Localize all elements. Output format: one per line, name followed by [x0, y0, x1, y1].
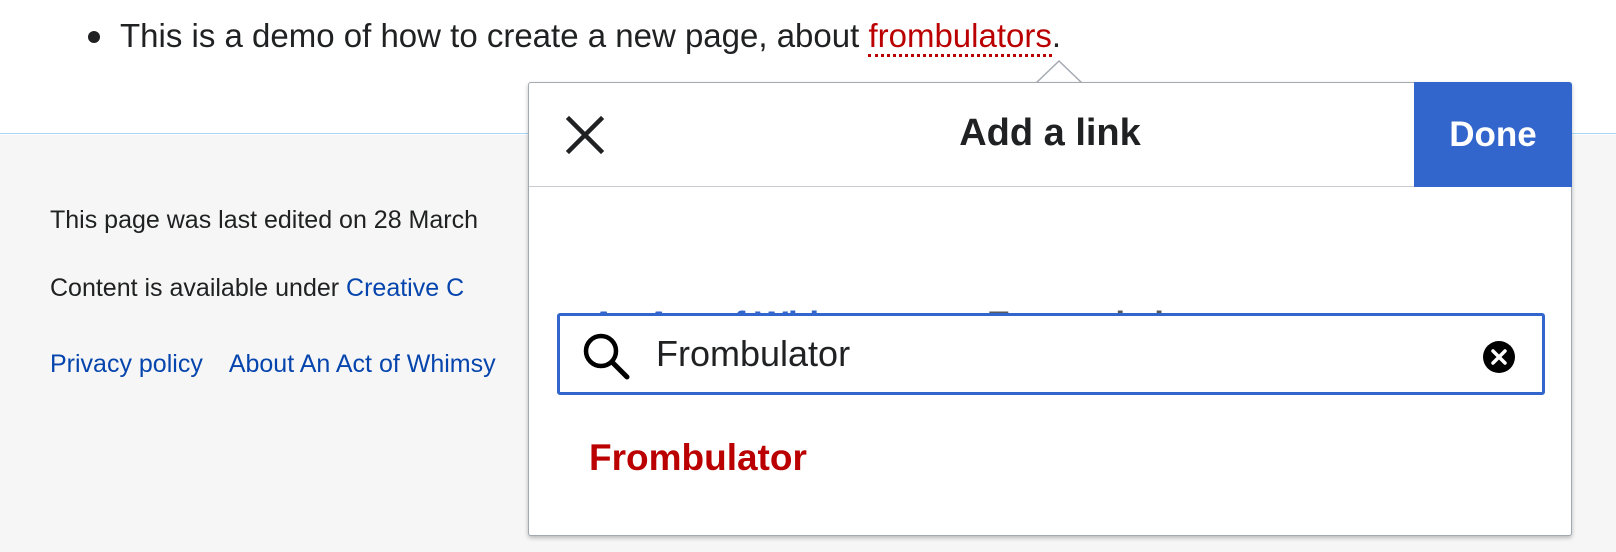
- popup-pointer-fill: [1036, 62, 1082, 84]
- license-link[interactable]: Creative C: [346, 274, 464, 302]
- search-result-item[interactable]: Frombulator: [589, 435, 807, 481]
- license-prefix: Content is available under: [50, 274, 347, 302]
- list-item: This is a demo of how to create a new pa…: [120, 14, 1061, 58]
- article-text: This is a demo of how to create a new pa…: [120, 17, 869, 54]
- search-icon: [583, 333, 630, 380]
- last-edited-text: This page was last edited on 28 March: [50, 206, 479, 234]
- frombulators-redlink[interactable]: frombulators: [868, 17, 1052, 57]
- link-search-input[interactable]: [656, 326, 1436, 382]
- list-bullet: [88, 31, 100, 43]
- privacy-policy-link[interactable]: Privacy policy: [50, 350, 203, 378]
- footer-nav: Privacy policy About An Act of Whimsy: [50, 347, 522, 381]
- article-suffix: .: [1051, 17, 1062, 54]
- dialog-header: Add a link Done: [529, 82, 1572, 187]
- clear-icon[interactable]: [1482, 340, 1516, 374]
- about-link[interactable]: About An Act of Whimsy: [229, 350, 496, 378]
- done-button[interactable]: Done: [1414, 82, 1572, 187]
- add-link-dialog: Add a link Done An Act of Whimsy Externa…: [528, 82, 1572, 536]
- link-search-box: [557, 313, 1545, 395]
- license-line: Content is available under Creative C: [50, 271, 464, 305]
